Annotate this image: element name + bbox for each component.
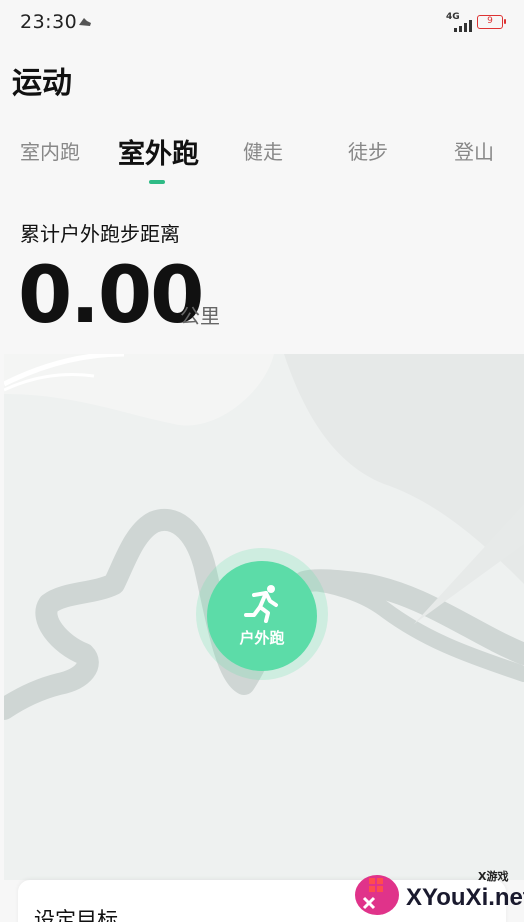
- tab-hike[interactable]: 徒步: [348, 136, 388, 165]
- sport-tabs: 室内跑 室外跑 健走 徒步 登山: [0, 128, 524, 188]
- start-outdoor-run-button[interactable]: 户外跑: [207, 561, 317, 671]
- total-distance-value: 0.00: [18, 251, 204, 341]
- watermark-brand: XYouXi.net: [406, 884, 524, 911]
- battery-icon: 9: [477, 15, 506, 29]
- status-bar: 23:30 4G 9: [0, 0, 524, 46]
- screen: 23:30 4G 9 运动 室内跑 室外跑 健走 徒步 登山 累计户外跑步距离 …: [0, 0, 524, 922]
- watermark: X游戏 XYouXi.net: [350, 862, 524, 922]
- signal-icon: 4G: [446, 12, 476, 32]
- tab-indoor-run[interactable]: 室内跑: [20, 136, 80, 165]
- gamepad-logo-icon: [355, 875, 399, 915]
- running-person-icon: [244, 585, 278, 623]
- tab-indicator: [149, 180, 165, 184]
- total-distance-label: 累计户外跑步距离: [20, 222, 180, 246]
- status-time: 23:30: [20, 11, 78, 33]
- start-button-label: 户外跑: [239, 629, 285, 647]
- page-title: 运动: [12, 66, 72, 101]
- tab-climb[interactable]: 登山: [454, 136, 494, 165]
- distance-unit: 公里: [180, 304, 220, 328]
- activity-shoe-icon: [79, 18, 91, 26]
- tab-walk[interactable]: 健走: [243, 136, 283, 165]
- tab-outdoor-run[interactable]: 室外跑: [118, 132, 199, 171]
- goal-card-title: 设定目标: [34, 908, 118, 922]
- watermark-small-text: X游戏: [478, 870, 509, 883]
